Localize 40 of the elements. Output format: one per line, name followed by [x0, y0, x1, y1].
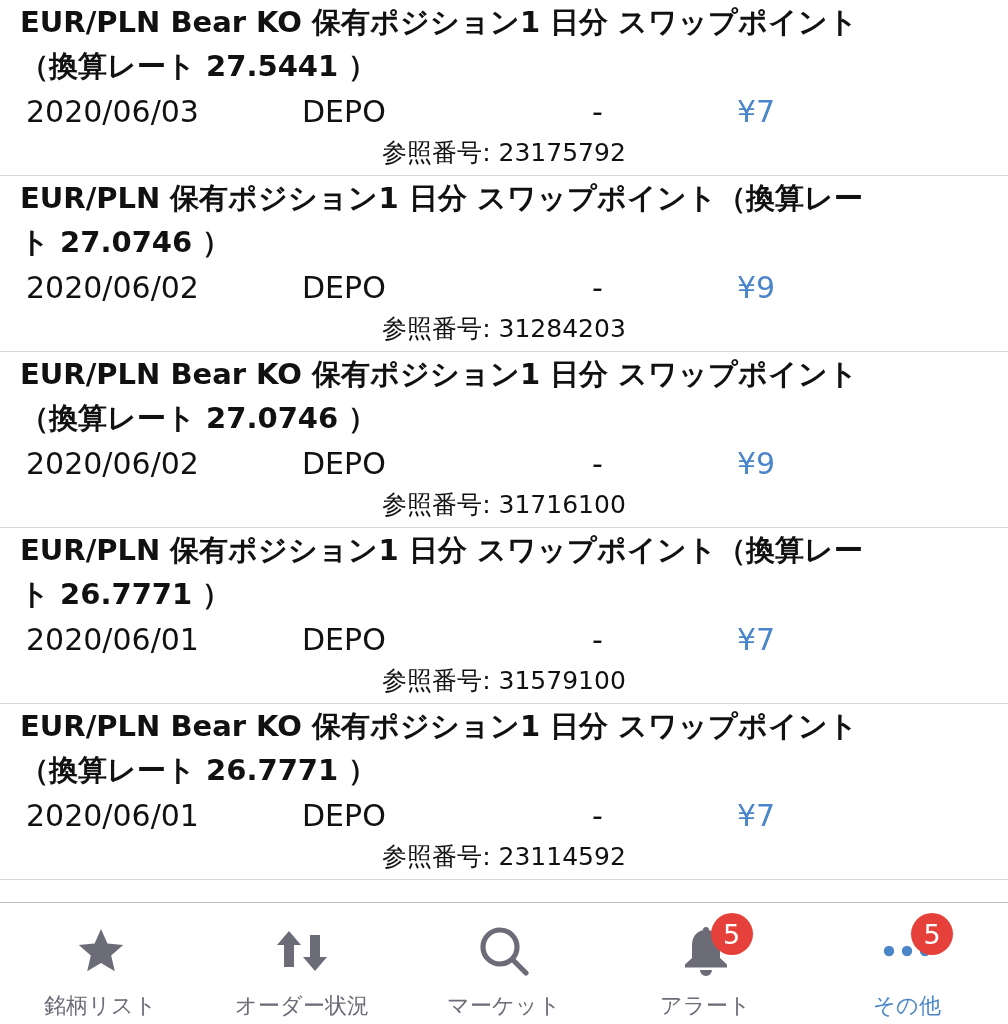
transaction-title: EUR/PLN Bear KO 保有ポジション1 日分 スワップポイント （換算レート 27.0746 ）	[19, 356, 860, 437]
type-text: DEPO	[302, 269, 387, 305]
dash-text: -	[592, 797, 604, 833]
date-text: 2020/06/02	[25, 445, 200, 481]
reference-number: 参照番号: 31284203	[382, 314, 626, 343]
tab-item[interactable]: オーダー状況	[201, 903, 404, 1024]
type-text: DEPO	[302, 445, 387, 481]
tab-item[interactable]: 5 アラート	[604, 903, 807, 1024]
reference-number: 参照番号: 23114592	[382, 842, 626, 871]
amount-text: ¥7	[737, 797, 776, 833]
amount-text: ¥9	[737, 269, 776, 305]
date-text: 2020/06/03	[25, 93, 200, 129]
up-down-arrows-icon	[277, 931, 328, 971]
amount-text: ¥7	[737, 621, 776, 657]
type-text: DEPO	[302, 93, 387, 129]
search-icon	[479, 926, 529, 976]
reference-number: 参照番号: 31716100	[382, 490, 626, 519]
notification-badge: 5	[710, 913, 753, 955]
dash-text: -	[592, 269, 604, 305]
transaction-title: EUR/PLN Bear KO 保有ポジション1 日分 スワップポイント （換算レート 27.5441 ）	[19, 4, 860, 85]
notification-badge: 5	[911, 913, 954, 955]
tab-item[interactable]: 銘柄リスト	[0, 903, 202, 1024]
type-text: DEPO	[302, 797, 387, 833]
dash-text: -	[592, 621, 604, 657]
reference-number: 参照番号: 31579100	[382, 666, 626, 695]
date-text: 2020/06/02	[25, 269, 200, 305]
transaction-title: EUR/PLN 保有ポジション1 日分 スワップポイント（換算レー ト 27.0746 ）	[19, 180, 864, 261]
type-text: DEPO	[302, 621, 387, 657]
date-text: 2020/06/01	[25, 797, 200, 833]
dash-text: -	[592, 93, 604, 129]
amount-text: ¥9	[737, 445, 776, 481]
transaction-title: EUR/PLN 保有ポジション1 日分 スワップポイント（換算レー ト 26.7771 ）	[19, 532, 864, 613]
amount-text: ¥7	[737, 93, 776, 129]
star-icon	[76, 928, 125, 974]
reference-number: 参照番号: 23175792	[382, 138, 626, 167]
tab-item[interactable]: マーケット	[403, 903, 605, 1024]
date-text: 2020/06/01	[25, 621, 200, 657]
transaction-title: EUR/PLN Bear KO 保有ポジション1 日分 スワップポイント （換算レート 26.7771 ）	[19, 708, 860, 789]
tab-item[interactable]: 5 その他	[806, 903, 1008, 1024]
dash-text: -	[592, 445, 604, 481]
